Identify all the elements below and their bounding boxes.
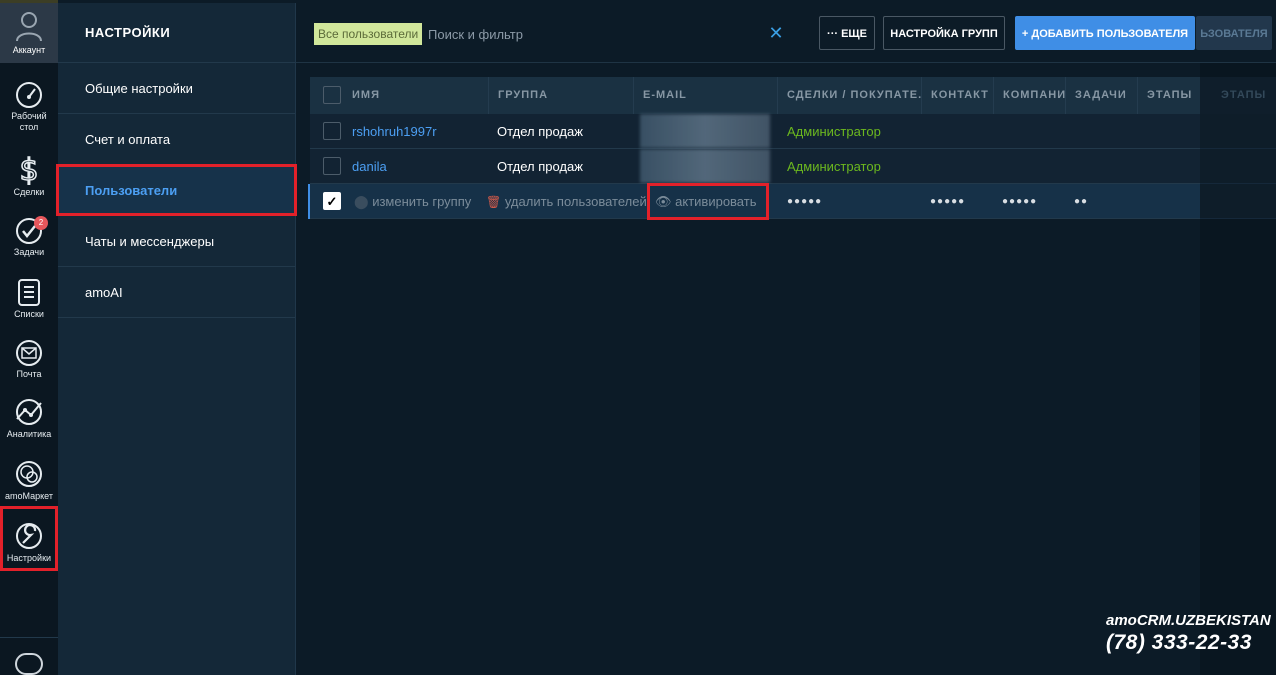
- nav-amomarket[interactable]: amoМаркет: [0, 459, 58, 502]
- settings-highlight-box: [0, 506, 58, 571]
- row-checkbox[interactable]: [323, 122, 341, 140]
- activate-highlight-box: [647, 183, 769, 220]
- brand-phone: (78) 333-22-33: [1106, 631, 1252, 654]
- chat-icon[interactable]: [15, 653, 43, 675]
- user-role: Администратор: [787, 159, 881, 174]
- nav-dashboard-label: Рабочий стол: [11, 111, 47, 132]
- nav-mail[interactable]: Почта: [0, 339, 58, 380]
- user-avatar-icon: [16, 12, 42, 42]
- table-row[interactable]: danila Отдел продаж Администратор: [310, 149, 1200, 184]
- tasks-dots: ●●: [1074, 196, 1089, 207]
- left-nav-rail: Аккаунт Рабочий стол $ Сделки 2 Задачи Сп…: [0, 0, 58, 675]
- analytics-icon: [16, 399, 42, 425]
- companies-dots: ●●●●●: [1002, 196, 1038, 207]
- contacts-dots: ●●●●●: [930, 196, 966, 207]
- settings-panel: НАСТРОЙКИ Общие настройки Счет и оплата …: [58, 3, 296, 675]
- clear-filter-icon[interactable]: ✕: [766, 21, 786, 45]
- settings-item-chats[interactable]: Чаты и мессенджеры: [58, 216, 295, 267]
- nav-mail-label: Почта: [16, 369, 42, 379]
- change-group-action[interactable]: ⬤ изменить группу: [354, 184, 471, 219]
- settings-item-amoai[interactable]: amoAI: [58, 267, 295, 318]
- users-highlight-box: [56, 164, 297, 216]
- nav-analytics-label: Аналитика: [6, 429, 52, 439]
- settings-item-billing[interactable]: Счет и оплата: [58, 114, 295, 165]
- header-stages[interactable]: ЭТАПЫ: [1137, 77, 1200, 114]
- trash-icon: 🗑: [486, 195, 502, 209]
- nav-analytics[interactable]: Аналитика: [0, 397, 58, 440]
- nav-lists-label: Списки: [14, 309, 44, 319]
- select-all-checkbox[interactable]: [323, 86, 341, 104]
- shaded-row: [1200, 184, 1276, 219]
- user-group: Отдел продаж: [497, 124, 583, 139]
- svg-text:$: $: [19, 153, 38, 185]
- shaded-header-stages: ЭТАПЫ: [1221, 89, 1267, 101]
- list-icon: [18, 279, 40, 306]
- envelope-icon: [16, 340, 42, 366]
- shaded-row: [1200, 149, 1276, 184]
- dollar-icon: $: [19, 153, 40, 185]
- table-row[interactable]: rshohruh1997r Отдел продаж Администратор: [310, 114, 1200, 149]
- header-deals[interactable]: СДЕЛКИ / ПОКУПАТЕ.: [777, 77, 922, 114]
- change-group-label: изменить группу: [372, 194, 472, 209]
- account-avatar[interactable]: Аккаунт: [0, 3, 58, 63]
- nav-tasks-label: Задачи: [13, 247, 45, 257]
- row-checkbox[interactable]: [323, 157, 341, 175]
- header-tasks[interactable]: ЗАДАЧИ: [1065, 77, 1137, 114]
- speedometer-icon: [16, 82, 42, 108]
- nav-amomarket-label: amoМаркет: [5, 491, 53, 501]
- nav-lists[interactable]: Списки: [0, 277, 58, 320]
- rail-divider: [0, 637, 58, 638]
- user-name-link[interactable]: danila: [352, 149, 387, 184]
- top-bar: Все пользователи ✕ ··· ЕЩЕ НАСТРОЙКА ГРУ…: [296, 3, 1276, 63]
- user-role: Администратор: [787, 124, 881, 139]
- header-name[interactable]: ИМЯ: [343, 77, 488, 114]
- user-email-blurred: [640, 149, 770, 183]
- settings-item-general[interactable]: Общие настройки: [58, 63, 295, 114]
- header-contacts[interactable]: КОНТАКТ: [921, 77, 993, 114]
- deals-dots: ●●●●●: [787, 196, 823, 207]
- filter-tag-all-users[interactable]: Все пользователи: [314, 23, 423, 45]
- table-header: ИМЯ ГРУППА E-MAIL СДЕЛКИ / ПОКУПАТЕ. КОН…: [310, 77, 1200, 114]
- user-group: Отдел продаж: [497, 159, 583, 174]
- header-email[interactable]: E-MAIL: [633, 77, 778, 114]
- header-group[interactable]: ГРУППА: [488, 77, 633, 114]
- settings-title: НАСТРОЙКИ: [58, 3, 295, 63]
- nav-dashboard[interactable]: Рабочий стол: [0, 81, 58, 133]
- shaded-row: [1200, 114, 1276, 149]
- nav-deals-label: Сделки: [13, 187, 45, 197]
- user-email-blurred: [640, 114, 770, 148]
- nav-deals[interactable]: $ Сделки: [0, 153, 58, 198]
- delete-users-action[interactable]: 🗑 удалить пользователей: [486, 184, 647, 219]
- market-icon: [16, 461, 42, 487]
- header-companies[interactable]: КОМПАНИ: [993, 77, 1065, 114]
- account-label: Аккаунт: [12, 45, 46, 55]
- selection-indicator: [308, 184, 310, 219]
- more-button[interactable]: ··· ЕЩЕ: [819, 16, 875, 50]
- add-user-ghost-button: ЬЗОВАТЕЛЯ: [1196, 16, 1272, 50]
- tasks-badge: 2: [34, 216, 48, 230]
- user-name-link[interactable]: rshohruh1997r: [352, 114, 437, 149]
- nav-tasks[interactable]: 2 Задачи: [0, 216, 58, 258]
- add-user-button[interactable]: + ДОБАВИТЬ ПОЛЬЗОВАТЕЛЯ: [1015, 16, 1195, 50]
- delete-users-label: удалить пользователей: [504, 194, 647, 209]
- brand-watermark: amoCRM.UZBEKISTAN (78) 333-22-33: [1106, 612, 1271, 655]
- group-settings-button[interactable]: НАСТРОЙКА ГРУПП: [883, 16, 1005, 50]
- selected-checkbox[interactable]: ✓: [323, 192, 341, 210]
- change-group-icon: ⬤: [354, 194, 369, 209]
- brand-logo: amoCRM.UZBEKISTAN: [1106, 612, 1271, 629]
- search-input[interactable]: [428, 22, 758, 46]
